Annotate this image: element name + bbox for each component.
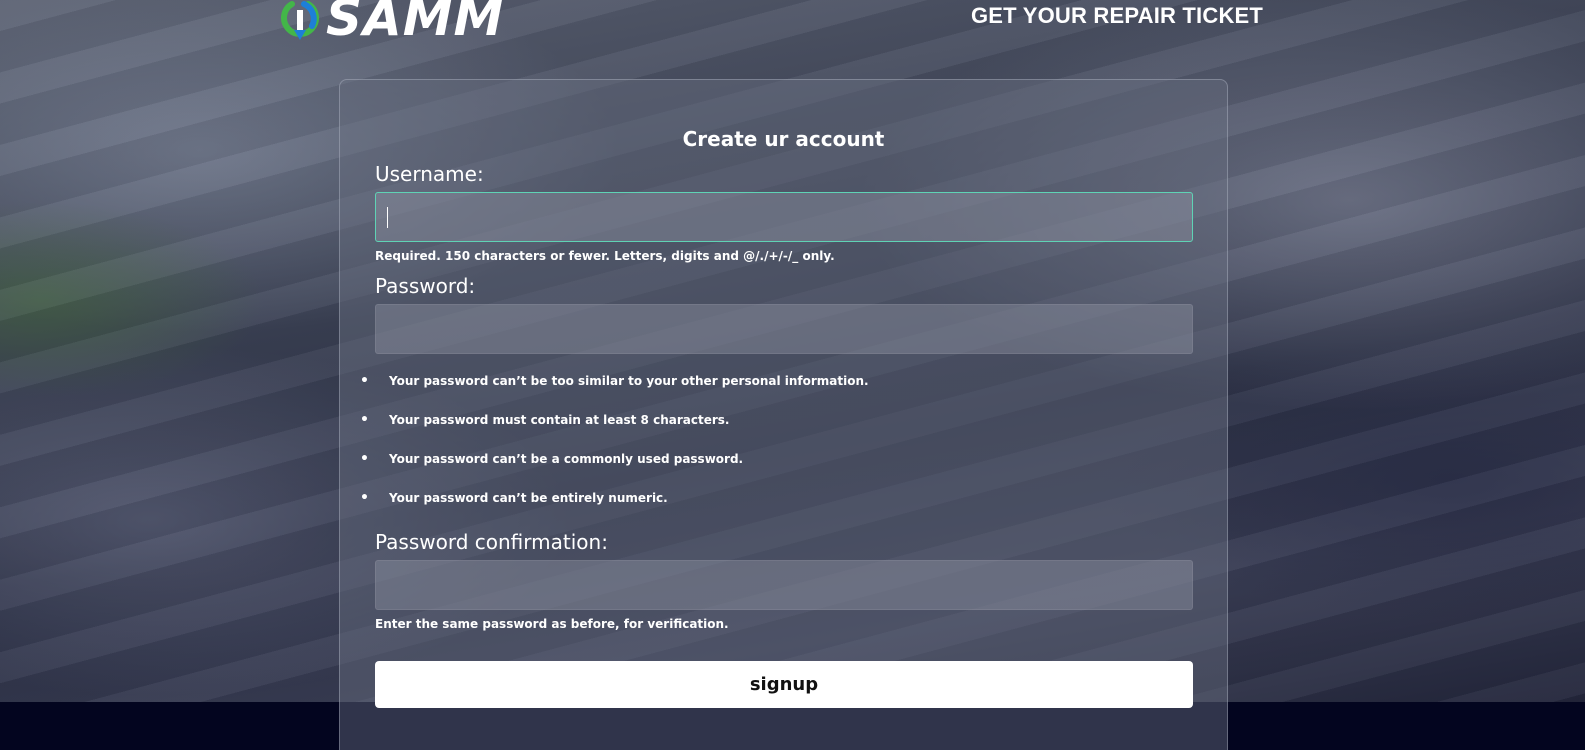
password-confirmation-help-text: Enter the same password as before, for v… [375,617,729,631]
form-title: Create ur account [682,127,885,151]
logo-link[interactable]: SAMM [278,0,504,45]
logo-power-icon [281,0,319,40]
password-rules-list: Your password can’t be too similar to yo… [360,365,869,521]
password-input[interactable] [375,304,1193,354]
password-label: Password: [375,274,476,298]
password-rule: Your password can’t be too similar to yo… [360,365,869,404]
password-rule: Your password can’t be a commonly used p… [360,443,869,482]
password-rule: Your password can’t be entirely numeric. [360,482,869,521]
username-input[interactable] [375,192,1193,242]
signup-card: Create ur account Username: Required. 15… [339,79,1228,750]
password-confirmation-input[interactable] [375,560,1193,610]
text-caret [387,207,388,228]
username-help-text: Required. 150 characters or fewer. Lette… [375,249,835,263]
password-rule: Your password must contain at least 8 ch… [360,404,869,443]
repair-ticket-link[interactable]: GET YOUR REPAIR TICKET [971,3,1263,29]
username-label: Username: [375,162,484,186]
signup-button[interactable]: signup [375,661,1193,708]
logo-text: SAMM [326,0,505,47]
password-confirmation-label: Password confirmation: [375,530,608,554]
page: SAMM GET YOUR REPAIR TICKET Create ur ac… [0,0,1585,750]
